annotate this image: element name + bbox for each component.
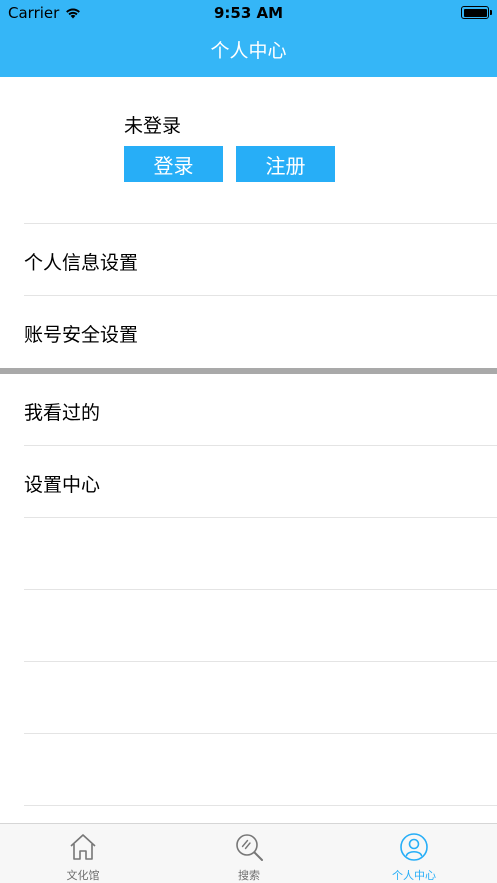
status-time: 9:53 AM	[213, 4, 284, 22]
menu-item-label: 账号安全设置	[24, 324, 139, 346]
menu-item-history[interactable]: 我看过的	[0, 374, 497, 446]
login-button[interactable]: 登录	[124, 146, 223, 182]
tab-bar: 文化馆 搜索 个人中心	[0, 823, 497, 883]
menu-item-account-security[interactable]: 账号安全设置	[0, 296, 497, 368]
menu-item-label: 设置中心	[24, 474, 101, 496]
tab-label: 文化馆	[66, 869, 100, 882]
menu-item-label: 个人信息设置	[24, 252, 139, 274]
menu-item-personal-info[interactable]: 个人信息设置	[0, 224, 497, 296]
empty-row-divider	[24, 805, 497, 806]
login-status: 未登录	[124, 115, 182, 137]
battery-icon	[461, 6, 492, 19]
menu-item-settings-center[interactable]: 设置中心	[0, 446, 497, 518]
menu-item-label: 我看过的	[24, 402, 101, 424]
page-title: 个人中心	[210, 40, 287, 62]
user-icon	[400, 833, 428, 861]
profile-screen: Carrier 9:53 AM 个人中心 未登录 登录 注册 个人信息设置 账号…	[0, 0, 497, 883]
empty-row-divider	[24, 733, 497, 734]
tab-personal-center[interactable]: 个人中心	[331, 824, 497, 883]
empty-row-divider	[24, 589, 497, 590]
register-button[interactable]: 注册	[236, 146, 335, 182]
search-icon	[236, 834, 263, 861]
tab-label: 个人中心	[392, 869, 436, 882]
tab-culture-center[interactable]: 文化馆	[0, 824, 166, 883]
empty-row-divider	[24, 661, 497, 662]
home-icon	[70, 834, 96, 860]
header: Carrier 9:53 AM 个人中心	[0, 0, 497, 77]
status-bar: Carrier 9:53 AM	[0, 0, 497, 26]
tab-search[interactable]: 搜索	[166, 824, 332, 883]
divider	[24, 517, 497, 518]
tab-label: 搜索	[238, 869, 260, 882]
